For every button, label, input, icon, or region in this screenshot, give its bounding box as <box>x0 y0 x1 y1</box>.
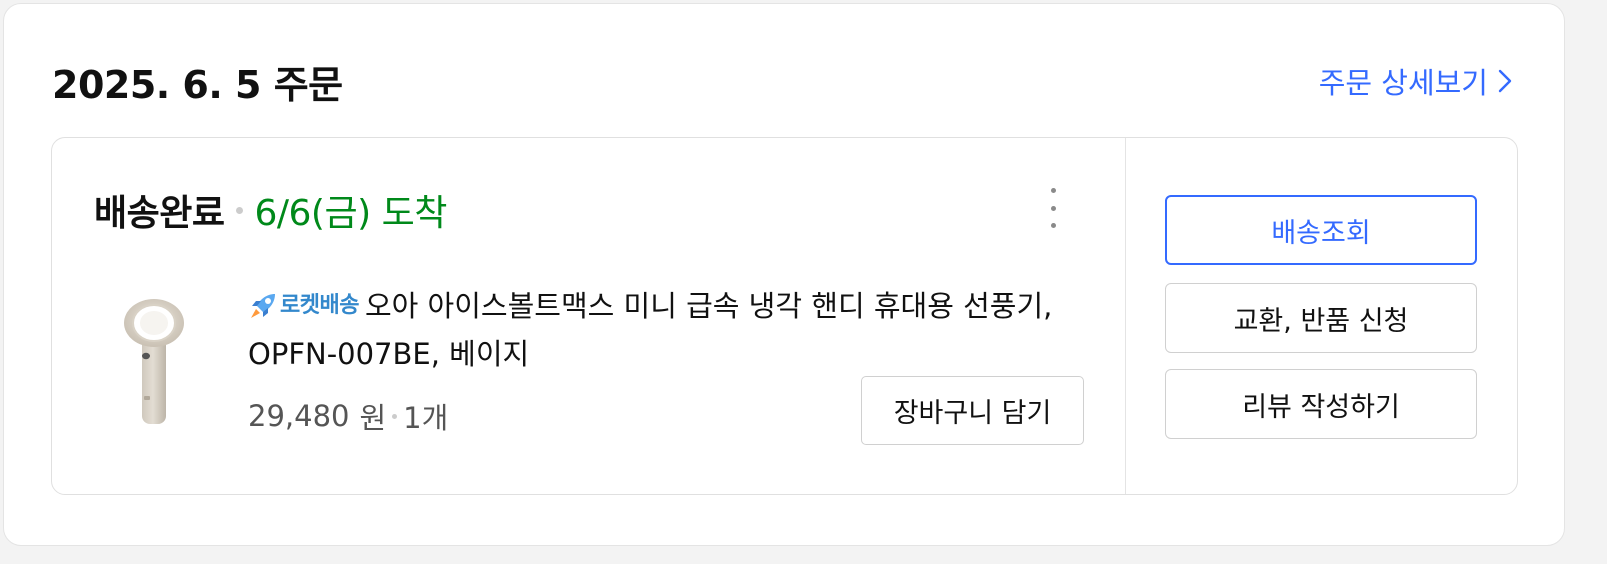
product-price: 29,480 <box>248 399 350 433</box>
order-card: 2025. 6. 5 주문 주문 상세보기 배송완료 6/6(금) 도착 로켓배… <box>3 3 1565 546</box>
write-review-button[interactable]: 리뷰 작성하기 <box>1165 369 1477 439</box>
track-delivery-button[interactable]: 배송조회 <box>1165 195 1477 265</box>
exchange-return-button[interactable]: 교환, 반품 신청 <box>1165 283 1477 353</box>
rocket-delivery-badge: 로켓배송 <box>248 282 359 330</box>
more-vertical-icon[interactable] <box>1042 188 1064 228</box>
product-thumbnail[interactable] <box>118 298 192 428</box>
order-detail-label: 주문 상세보기 <box>1318 66 1488 100</box>
rocket-icon <box>251 294 275 318</box>
arrival-date: 6/6(금) 도착 <box>254 193 447 234</box>
separator-dot <box>236 206 244 214</box>
chevron-right-icon <box>1498 69 1512 93</box>
separator-dot <box>392 413 398 419</box>
product-name-text: 오아 아이스볼트맥스 미니 급속 냉각 핸디 휴대용 선풍기, OPFN-007… <box>248 289 1053 371</box>
rocket-delivery-label: 로켓배송 <box>280 293 359 318</box>
price-unit: 원 <box>359 401 387 435</box>
delivery-status-label: 배송완료 <box>94 193 225 234</box>
add-to-cart-button[interactable]: 장바구니 담기 <box>861 376 1084 445</box>
order-date-title: 2025. 6. 5 주문 <box>52 63 343 107</box>
order-detail-link[interactable]: 주문 상세보기 <box>1319 60 1512 102</box>
product-name[interactable]: 로켓배송 오아 아이스볼트맥스 미니 급속 냉각 핸디 휴대용 선풍기, OPF… <box>248 282 1088 378</box>
product-quantity: 1개 <box>403 401 449 435</box>
delivery-status: 배송완료 6/6(금) 도착 <box>94 184 447 236</box>
price-quantity: 29,480 원 1개 <box>248 395 448 437</box>
order-item-box: 배송완료 6/6(금) 도착 로켓배송 오아 아이스볼트맥스 미니 급속 냉각 … <box>51 137 1518 495</box>
column-divider <box>1125 138 1126 494</box>
